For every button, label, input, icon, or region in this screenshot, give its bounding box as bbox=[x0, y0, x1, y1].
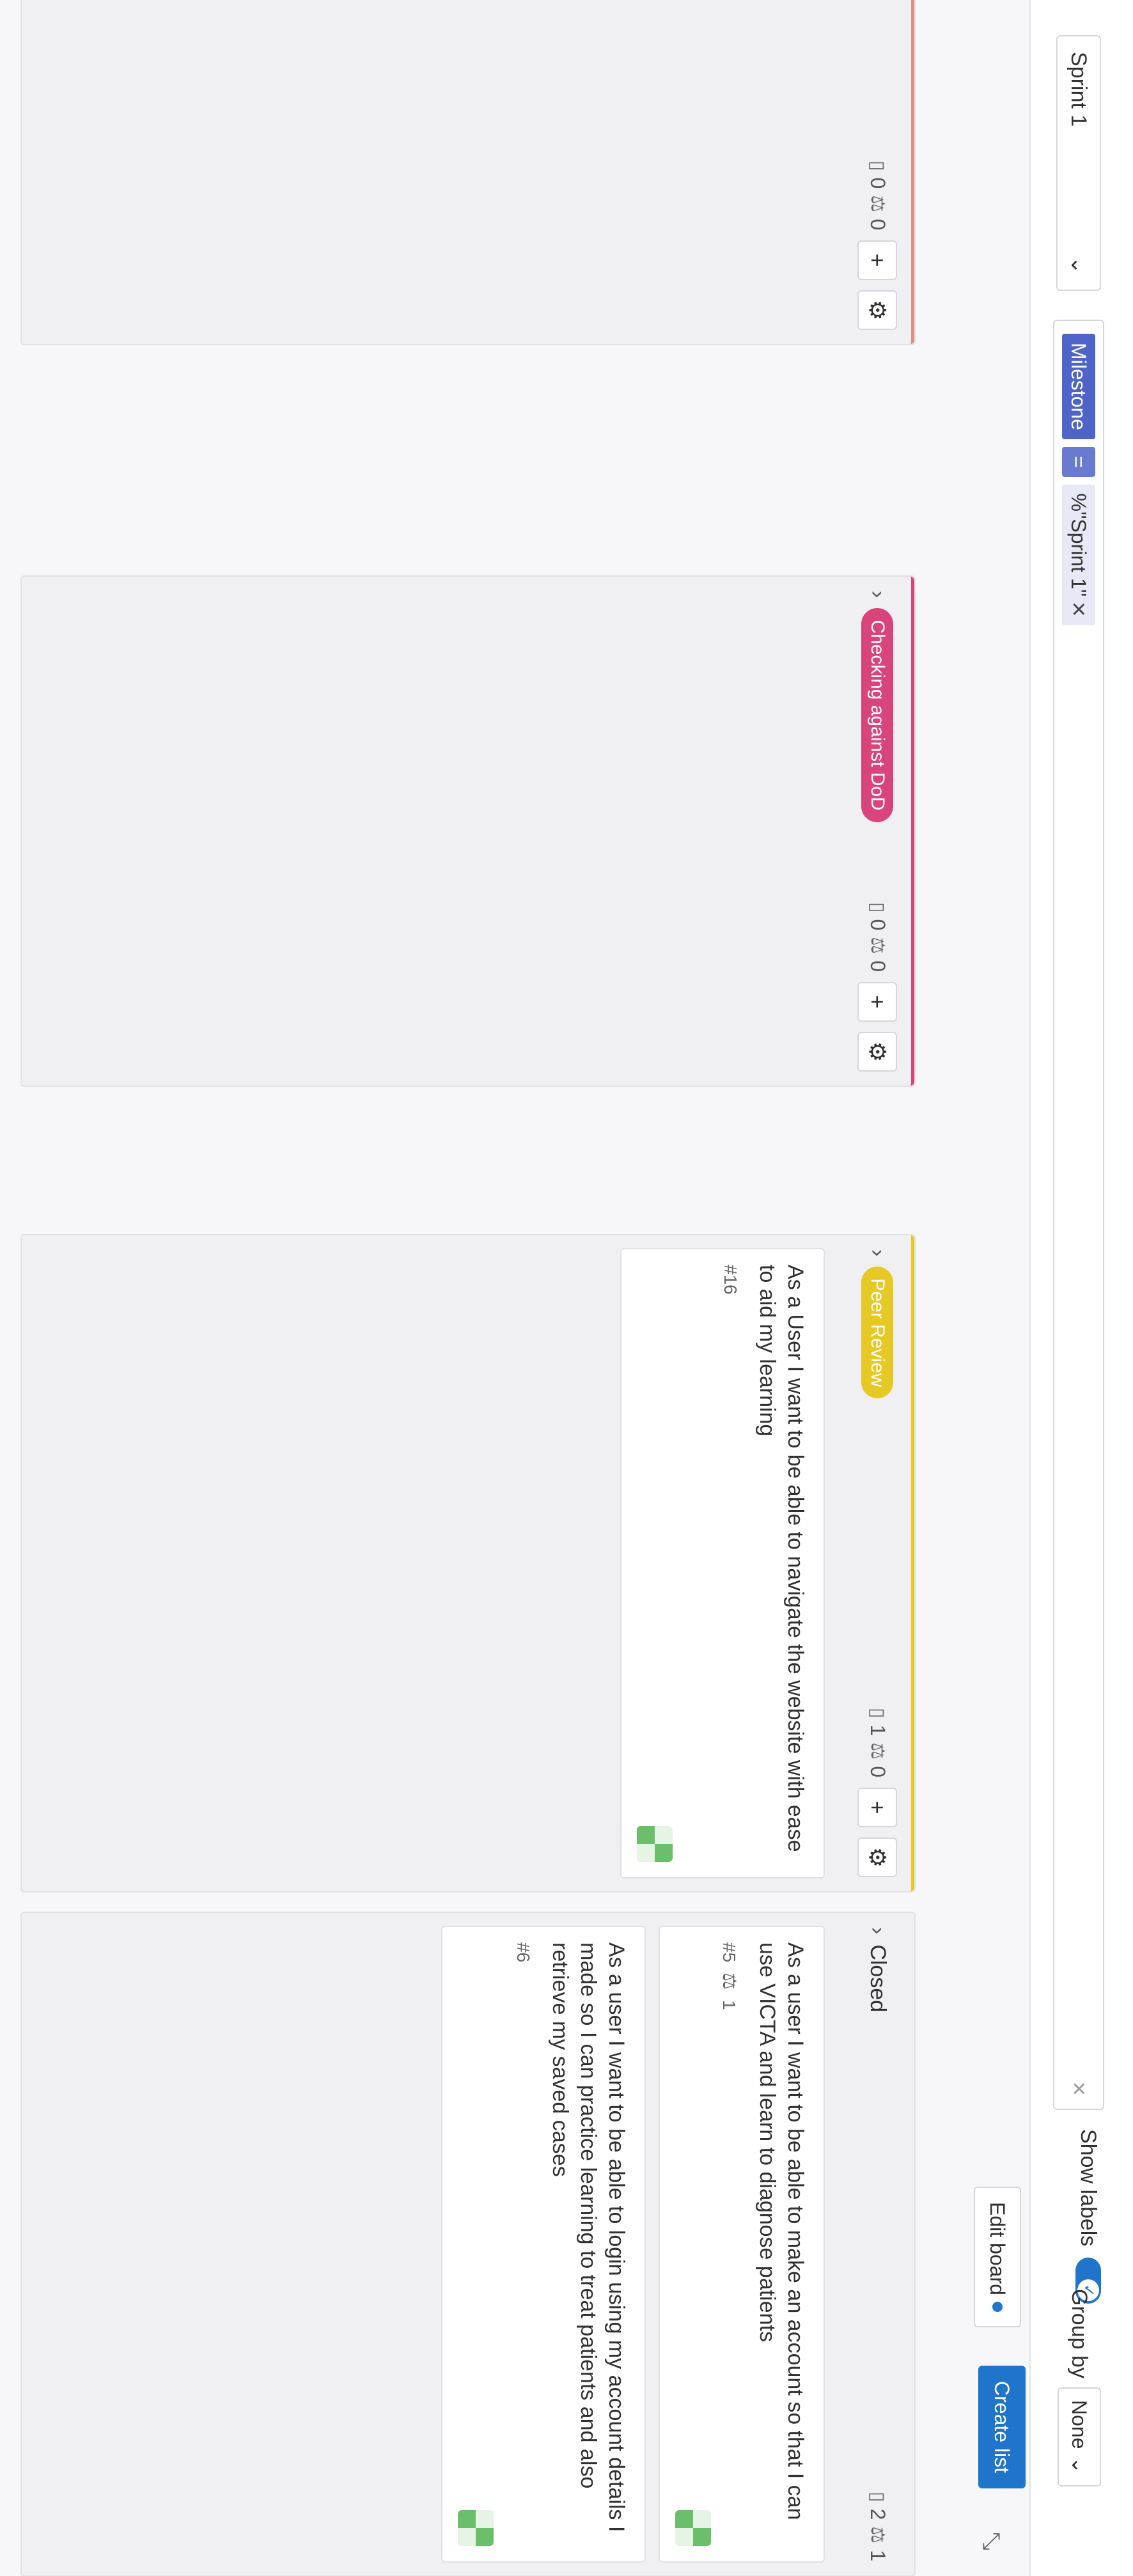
create-list-label: Create list bbox=[990, 2381, 1014, 2474]
screen: Sprint 1 ⌄ Milestone = %"Sprint 1" × × S… bbox=[0, 0, 1133, 2576]
chevron-down-icon: ⌄ bbox=[1068, 2456, 1091, 2474]
chevron-down-icon: ⌄ bbox=[1067, 256, 1091, 275]
issues-icon: ▯ bbox=[867, 1707, 888, 1719]
group-by-label: Group by bbox=[1067, 2289, 1092, 2378]
list-settings-gear-icon[interactable]: ⚙ bbox=[857, 1838, 898, 1877]
list-label-pill[interactable]: Checking against DoD bbox=[861, 608, 894, 822]
weight-count: 0 bbox=[866, 1766, 889, 1777]
add-issue-button[interactable]: + bbox=[857, 982, 898, 1022]
issues-count: 2 bbox=[866, 2508, 889, 2520]
board-list: › Closed ▯ 2 ⚖ 1 As a user I want to be … bbox=[20, 1912, 916, 2576]
board-list: › Peer Review ▯ 1 ⚖ 0 + ⚙ As a User I wa… bbox=[20, 1234, 916, 1893]
issues-icon: ▯ bbox=[867, 902, 888, 913]
issue-card[interactable]: As a User I want to be able to navigate … bbox=[620, 1248, 825, 1878]
issue-title[interactable]: As a User I want to be able to navigate … bbox=[753, 1265, 809, 1862]
list-header: › Peer Review ▯ 1 ⚖ 0 + ⚙ bbox=[844, 1235, 914, 1891]
show-labels-label: Show labels bbox=[1076, 2129, 1101, 2247]
weight-count: 0 bbox=[866, 219, 889, 230]
filter-search-bar[interactable]: Milestone = %"Sprint 1" × × bbox=[1053, 320, 1104, 2110]
issue-ref: #16 bbox=[721, 1265, 740, 1295]
list-counts: ▯ 0 ⚖ 0 bbox=[866, 902, 889, 972]
board-list: › Checking against DoD ▯ 0 ⚖ 0 + ⚙ bbox=[20, 575, 916, 1087]
issue-title[interactable]: As a user I want to be able to make an a… bbox=[753, 1942, 809, 2546]
edit-board-button[interactable]: Edit board bbox=[974, 2187, 1021, 2327]
issues-count: 0 bbox=[866, 919, 889, 931]
chevron-right-icon[interactable]: › bbox=[865, 1249, 890, 1256]
filter-token-key[interactable]: Milestone bbox=[1062, 334, 1095, 439]
filter-token-value-text: %"Sprint 1" bbox=[1067, 493, 1091, 597]
add-issue-button[interactable]: + bbox=[857, 1788, 898, 1827]
board-toolbar: Sprint 1 ⌄ Milestone = %"Sprint 1" × × S… bbox=[974, 0, 1133, 2576]
issue-meta: #5 ⚖ 1 bbox=[718, 1942, 740, 2546]
issue-ref: #6 bbox=[513, 1942, 533, 1963]
list-header: › Checking against DoD ▯ 0 ⚖ 0 + ⚙ bbox=[844, 577, 914, 1086]
clear-filter-icon[interactable]: × bbox=[1065, 2082, 1093, 2096]
avatar[interactable] bbox=[637, 1826, 673, 1862]
list-header: › Closed ▯ 2 ⚖ 1 bbox=[844, 1913, 914, 2575]
issue-title[interactable]: As a user I want to be able to login usi… bbox=[546, 1942, 630, 2546]
show-labels-control: Show labels bbox=[1075, 2129, 1101, 2304]
board-page: Sprint 1 ⌄ Milestone = %"Sprint 1" × × S… bbox=[0, 0, 1133, 2576]
group-by-control: Group by None ⌄ bbox=[1058, 2289, 1101, 2487]
chevron-right-icon[interactable]: › bbox=[865, 591, 890, 598]
issue-weight: 1 bbox=[719, 2000, 740, 2010]
weight-icon: ⚖ bbox=[867, 2526, 888, 2544]
filter-token-value[interactable]: %"Sprint 1" × bbox=[1062, 484, 1095, 626]
avatar[interactable] bbox=[675, 2510, 711, 2546]
issue-card[interactable]: As a user I want to be able to login usi… bbox=[441, 1926, 646, 2563]
list-settings-gear-icon[interactable]: ⚙ bbox=[857, 1032, 898, 1072]
weight-icon: ⚖ bbox=[719, 1972, 740, 1990]
weight-count: 1 bbox=[866, 2550, 889, 2561]
group-by-value: None bbox=[1068, 2400, 1091, 2449]
issue-meta: #16 bbox=[720, 1265, 740, 1862]
issue-card[interactable]: As a user I want to be able to make an a… bbox=[659, 1926, 825, 2563]
chevron-right-icon[interactable]: › bbox=[865, 1927, 890, 1934]
issues-count: 0 bbox=[866, 177, 889, 189]
issues-icon: ▯ bbox=[867, 2491, 888, 2502]
avatar[interactable] bbox=[458, 2510, 494, 2546]
filter-token-operator[interactable]: = bbox=[1062, 446, 1095, 477]
list-settings-gear-icon[interactable]: ⚙ bbox=[857, 290, 898, 330]
issues-count: 1 bbox=[866, 1724, 889, 1737]
weight-icon: ⚖ bbox=[867, 195, 888, 213]
list-counts: ▯ 2 ⚖ 1 bbox=[866, 2492, 889, 2561]
list-counts: ▯ 1 ⚖ 0 bbox=[866, 1708, 889, 1777]
board-lists: ted ▯ 0 ⚖ 0 + ⚙ › Checking against DoD bbox=[0, 0, 928, 2576]
list-title: Closed bbox=[866, 1944, 890, 2013]
weight-icon: ⚖ bbox=[867, 937, 888, 955]
collapse-icon[interactable]: ⤡ bbox=[978, 2532, 1005, 2550]
weight-count: 0 bbox=[866, 960, 889, 972]
notification-dot-icon bbox=[992, 2301, 1003, 2312]
list-header: ted ▯ 0 ⚖ 0 + ⚙ bbox=[844, 0, 914, 344]
list-counts: ▯ 0 ⚖ 0 bbox=[866, 160, 889, 230]
edit-board-label: Edit board bbox=[986, 2202, 1010, 2295]
board-list: ted ▯ 0 ⚖ 0 + ⚙ bbox=[20, 0, 916, 345]
issue-meta: #6 bbox=[513, 1942, 533, 2546]
create-list-button[interactable]: Create list bbox=[978, 2366, 1026, 2489]
issue-ref: #5 bbox=[719, 1942, 740, 1963]
sprint-selector[interactable]: Sprint 1 ⌄ bbox=[1056, 35, 1101, 291]
issues-icon: ▯ bbox=[867, 160, 888, 171]
add-issue-button[interactable]: + bbox=[857, 240, 898, 280]
sprint-selector-label: Sprint 1 bbox=[1067, 52, 1091, 127]
weight-icon: ⚖ bbox=[867, 1742, 888, 1760]
remove-filter-icon[interactable]: × bbox=[1065, 602, 1093, 616]
list-label-pill[interactable]: Peer Review bbox=[861, 1267, 894, 1399]
group-by-dropdown[interactable]: None ⌄ bbox=[1058, 2387, 1101, 2487]
